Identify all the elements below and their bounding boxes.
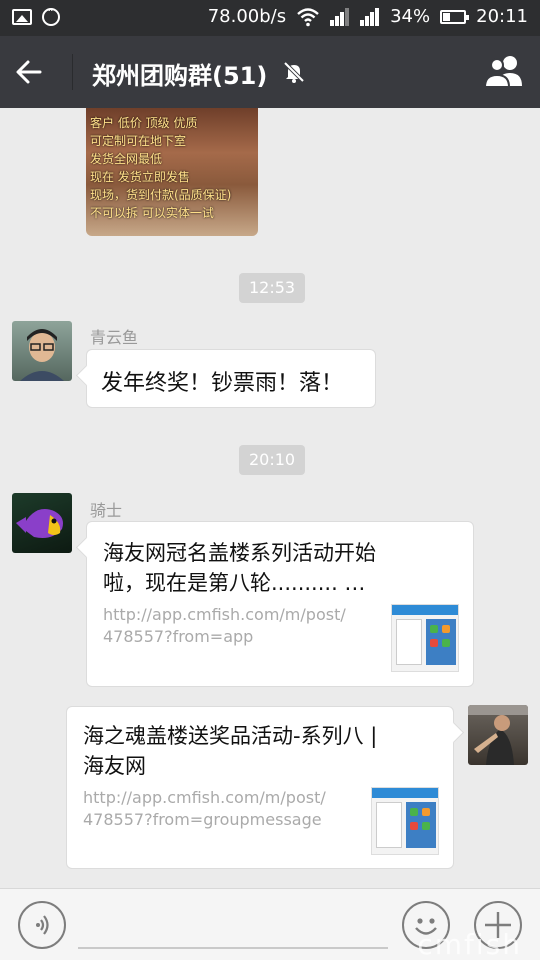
group-members-button[interactable] [482,54,526,90]
sender-name: 骑士 [90,501,123,520]
voice-button[interactable] [18,901,66,949]
link-thumbnail [371,787,439,855]
page-title: 郑州团购群(51) [92,62,268,90]
link-card[interactable]: 海友网冠名盖楼系列活动开始 啦，现在是第八轮.......... … http:… [86,521,474,687]
signal-icon [360,7,380,26]
network-speed: 78.00b/s [207,6,287,27]
battery-percent: 34% [390,6,431,27]
watermark: cmfish [417,928,522,960]
clock: 20:11 [476,6,528,27]
header-divider [72,54,73,90]
avatar[interactable] [468,705,528,765]
image-message[interactable]: 客户 低价 顶级 优质 可定制可在地下室 发货全网最低 现在 发货立即发售 现场… [86,108,258,236]
group-members-icon [483,56,522,88]
image-caption: 客户 低价 顶级 优质 可定制可在地下室 发货全网最低 现在 发货立即发售 现场… [90,116,232,220]
status-bar: 78.00b/s 34% 20:11 [0,0,540,36]
link-title: 海之魂盖楼送奖品活动-系列八 | 海友网 [83,724,378,778]
timestamp: 12:53 [239,273,306,303]
chat-bubble-icon [42,4,60,26]
text-message[interactable]: 发年终奖！钞票雨！落！ [86,349,376,408]
back-button[interactable] [14,52,58,92]
battery-icon [440,9,470,24]
link-thumbnail [391,604,459,672]
wifi-icon [297,7,319,26]
back-arrow-icon [16,60,42,84]
link-card[interactable]: 海之魂盖楼送奖品活动-系列八 | 海友网 http://app.cmfish.c… [66,706,454,869]
message-input[interactable] [78,905,388,949]
link-title: 海友网冠名盖楼系列活动开始 啦，现在是第八轮.......... … [103,541,376,595]
sender-name: 青云鱼 [90,328,139,347]
timestamp: 20:10 [239,445,306,475]
chat-header: 郑州团购群(51) [0,36,540,108]
signal-icon [330,7,350,26]
message-text: 发年终奖！钞票雨！落！ [101,371,344,396]
link-url: http://app.cmfish.com/m/post/ 478557?fro… [83,788,326,829]
avatar[interactable] [12,321,72,381]
link-url: http://app.cmfish.com/m/post/ 478557?fro… [103,605,346,646]
mute-bell-icon [283,61,305,83]
avatar[interactable] [12,493,72,553]
message-list[interactable]: 客户 低价 顶级 优质 可定制可在地下室 发货全网最低 现在 发货立即发售 现场… [0,108,540,888]
voice-icon [36,915,49,935]
gallery-icon [12,9,32,25]
